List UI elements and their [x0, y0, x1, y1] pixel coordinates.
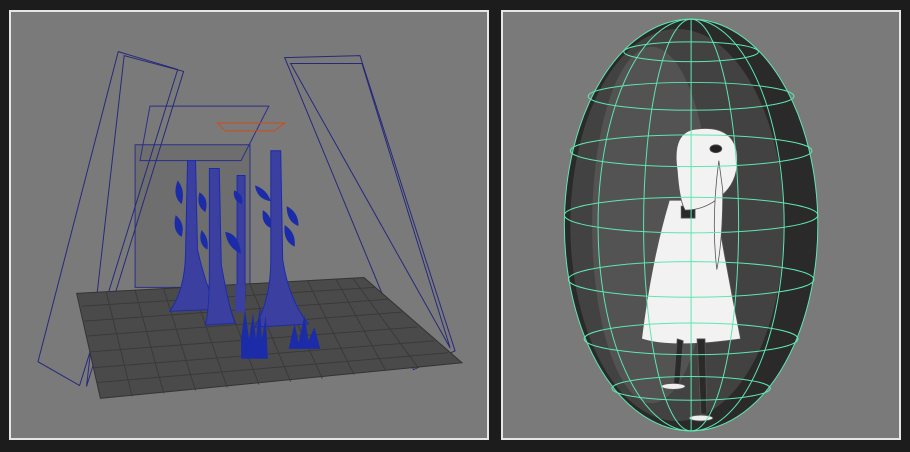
scene-wireframe — [37, 51, 464, 399]
figure-proxy — [235, 284, 246, 313]
viewport-left[interactable] — [9, 10, 489, 440]
viewport-right[interactable] — [501, 10, 901, 440]
light-locator — [216, 122, 287, 132]
character-cage-view — [563, 18, 819, 432]
